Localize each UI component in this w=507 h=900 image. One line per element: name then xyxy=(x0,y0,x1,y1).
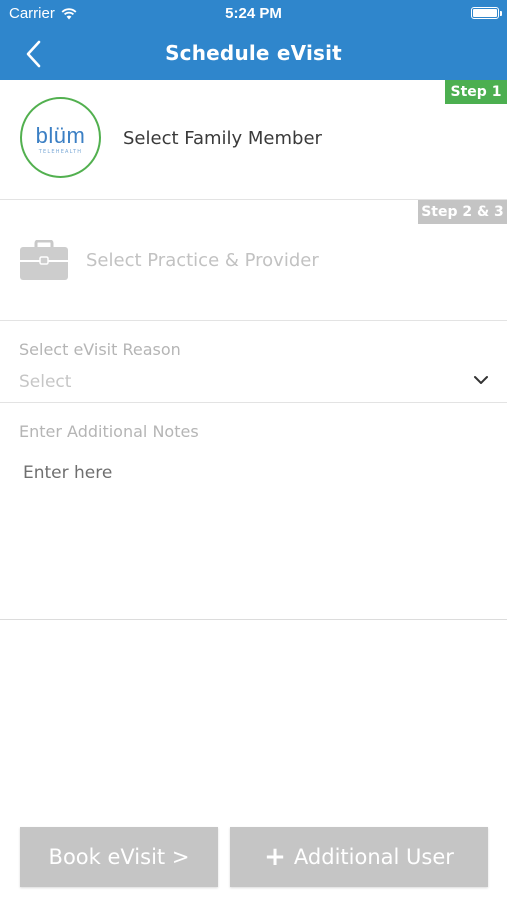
battery-fill xyxy=(473,9,497,17)
additional-user-label: Additional User xyxy=(293,845,454,869)
family-member-label: Select Family Member xyxy=(123,128,322,149)
logo-wordmark: blüm xyxy=(35,123,86,148)
step-1-badge: Step 1 xyxy=(445,80,507,104)
chevron-down-icon[interactable] xyxy=(473,374,489,386)
evisit-reason-label: Select eVisit Reason xyxy=(19,340,181,359)
page-title: Schedule eVisit xyxy=(165,41,342,65)
plus-icon: + xyxy=(264,842,286,872)
evisit-reason-value: Select xyxy=(19,372,72,392)
additional-notes-input[interactable] xyxy=(14,459,489,599)
briefcase-icon xyxy=(20,240,68,280)
practice-provider-label: Select Practice & Provider xyxy=(86,250,319,271)
blum-logo: blüm TELEHEALTH xyxy=(20,97,101,178)
status-bar: Carrier 5:24 PM xyxy=(0,0,507,28)
additional-user-button[interactable]: + Additional User xyxy=(230,827,488,887)
book-evisit-button[interactable]: Book eVisit > xyxy=(20,827,218,887)
nav-bar: Schedule eVisit xyxy=(0,28,507,80)
select-family-member-row[interactable]: blüm TELEHEALTH Select Family Member xyxy=(0,80,507,200)
evisit-reason-dropdown[interactable]: Select eVisit Reason Select xyxy=(0,321,507,403)
clock: 5:24 PM xyxy=(225,5,282,22)
logo-subtitle: TELEHEALTH xyxy=(38,149,83,155)
step-2-3-badge: Step 2 & 3 xyxy=(418,200,507,224)
battery-icon xyxy=(471,7,502,19)
additional-notes-section: Enter Additional Notes xyxy=(0,403,507,620)
additional-notes-label: Enter Additional Notes xyxy=(19,422,199,441)
